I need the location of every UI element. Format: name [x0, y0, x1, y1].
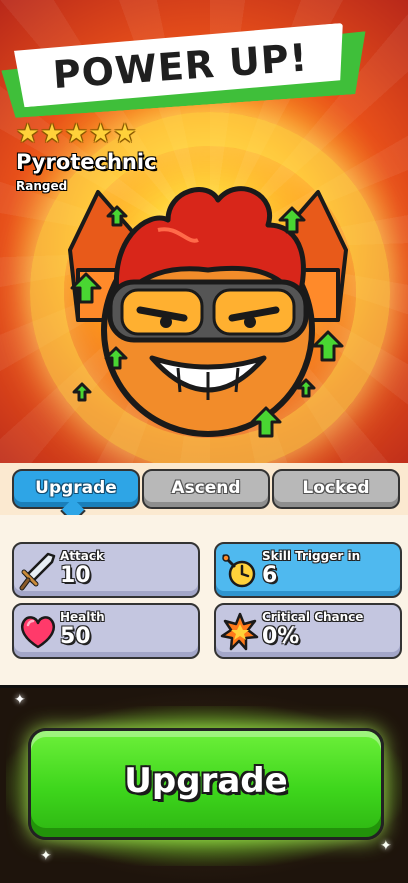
timer-bomb-icon [222, 554, 256, 588]
star-icon: ★ [88, 119, 113, 149]
stat-skill-trigger-value: 6 [262, 563, 278, 588]
upgrade-button-label: Upgrade [124, 761, 288, 801]
tab-locked[interactable]: Locked [272, 469, 400, 509]
pyrotechnic-character [68, 186, 348, 438]
stat-attack-label: Attack [60, 549, 104, 563]
sparkle-icon: ✦ [40, 848, 52, 864]
critical-burst-icon [220, 612, 259, 651]
stat-critical-chance: Critical Chance 0% [214, 603, 402, 659]
star-icon: ★ [40, 119, 64, 149]
star-icon: ★ [113, 119, 137, 149]
heart-icon [21, 616, 55, 649]
stat-critical-chance-value: 0% [262, 624, 300, 649]
stat-attack: Attack 10 [12, 542, 200, 598]
tab-ascend[interactable]: Ascend [142, 469, 270, 509]
hero-showcase: POWER UP! ★ ★ ★ ★ ★ Pyrotechnic Ranged [0, 0, 408, 470]
sword-icon [19, 552, 56, 591]
star-rating: ★ ★ ★ ★ ★ [16, 120, 137, 148]
upgrade-button[interactable]: Upgrade [28, 728, 384, 840]
upgrade-tabs: Upgrade Ascend Locked [0, 463, 408, 515]
stat-skill-trigger-label: Skill Trigger in [262, 549, 361, 563]
stat-critical-chance-label: Critical Chance [262, 610, 364, 624]
stat-attack-value: 10 [60, 563, 91, 588]
star-icon: ★ [64, 119, 88, 149]
stats-panel: Attack 10 Skill Trigger in 6 Health 50 C… [0, 515, 408, 685]
sparkle-icon: ✦ [380, 838, 392, 854]
sparkle-icon: ✦ [14, 692, 26, 708]
stat-health: Health 50 [12, 603, 200, 659]
stat-health-label: Health [60, 610, 105, 624]
star-icon: ★ [16, 119, 40, 149]
stat-health-value: 50 [60, 624, 91, 649]
stat-skill-trigger: Skill Trigger in 6 [214, 542, 402, 598]
